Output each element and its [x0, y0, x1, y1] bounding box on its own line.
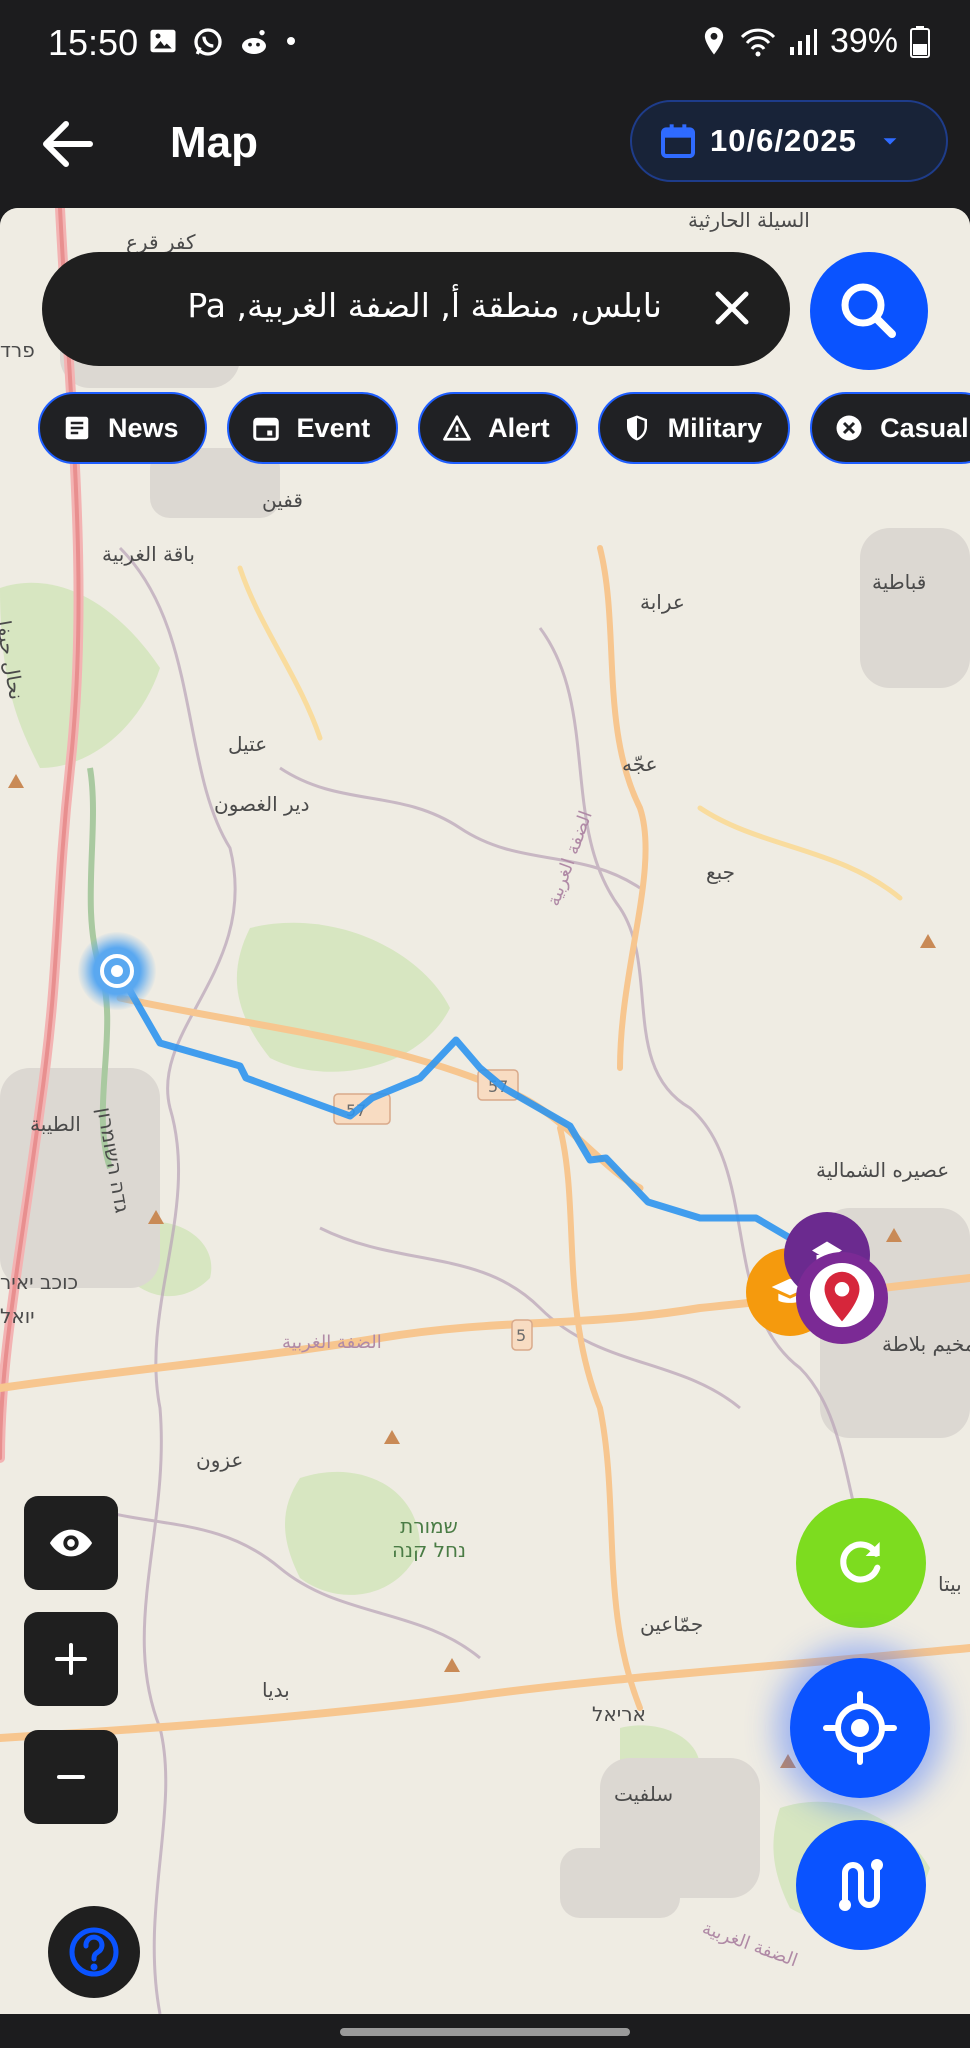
place-label: بيتا	[938, 1572, 962, 1596]
chip-label: Military	[667, 412, 763, 443]
search-icon	[841, 283, 896, 338]
page-title: Map	[170, 118, 258, 167]
place-label: جمّاعين	[640, 1612, 704, 1636]
place-label: عرابة	[640, 590, 685, 614]
battery-percent: 39%	[829, 22, 898, 60]
place-label: دير الغصون	[214, 792, 310, 816]
place-label: باقة الغربية	[102, 542, 195, 566]
visibility-toggle-button[interactable]	[24, 1496, 118, 1590]
chip-casual[interactable]: Casual	[810, 392, 970, 464]
place-label: كفر قرع	[126, 230, 196, 254]
category-filter-chips: News Event Alert Military Casual	[38, 392, 970, 468]
route-icon	[839, 1859, 883, 1911]
chip-label: Event	[296, 412, 371, 443]
chip-alert[interactable]: Alert	[418, 392, 578, 464]
app-bar: Map 10/6/2025	[0, 90, 970, 208]
place-label: مخيم بلاطة	[882, 1332, 970, 1356]
home-indicator[interactable]	[340, 2028, 630, 2036]
refresh-button[interactable]	[796, 1498, 926, 1628]
place-label: שמורת נחל קנה	[391, 1514, 467, 1562]
help-icon	[69, 1927, 119, 1977]
zoom-in-button[interactable]	[24, 1612, 118, 1706]
place-label: عزون	[196, 1448, 244, 1472]
gallery-icon	[150, 29, 176, 53]
location-icon	[704, 26, 724, 55]
shield-icon	[626, 415, 647, 441]
place-label: יואל	[0, 1304, 35, 1328]
place-label: قباطية	[872, 570, 927, 594]
status-right: 39%	[700, 22, 930, 61]
search-input[interactable]: نابلس, منطقة أ, الضفة الغربية, Pa	[187, 286, 662, 325]
system-nav-bar	[0, 2014, 970, 2048]
gps-target-icon	[823, 1691, 897, 1765]
whatsapp-icon	[194, 28, 222, 56]
date-value: 10/6/2025	[710, 123, 857, 158]
date-picker-button[interactable]: 10/6/2025	[630, 100, 948, 182]
chip-label: Casual	[880, 412, 969, 443]
close-icon	[715, 291, 749, 325]
chip-label: Alert	[488, 412, 550, 443]
map-view[interactable]: 57 57 5 كفر قرع السيلة الحارثية פרד قفين…	[0, 208, 970, 2014]
chip-event[interactable]: Event	[226, 392, 399, 464]
chip-news[interactable]: News	[38, 392, 207, 464]
plus-icon	[55, 1643, 87, 1675]
chip-label: News	[108, 412, 179, 443]
eye-icon	[49, 1529, 93, 1557]
place-label: عتيل	[228, 732, 268, 756]
calendar-icon	[661, 124, 695, 158]
place-label: جبع	[706, 860, 736, 884]
place-label: פרד	[0, 338, 35, 362]
place-label: الطيبة	[30, 1112, 81, 1136]
route-button[interactable]	[796, 1820, 926, 1950]
dot-icon	[287, 37, 295, 45]
signal-icon	[789, 28, 817, 55]
notification-icons	[148, 26, 298, 58]
place-label: الضفة الغربية	[282, 1332, 382, 1353]
place-label: السيلة الحارثية	[688, 208, 810, 232]
place-label: אריאל	[592, 1702, 646, 1726]
calendar-icon	[252, 417, 279, 441]
my-location-button[interactable]	[790, 1658, 930, 1798]
reddit-icon	[242, 30, 266, 54]
clear-search-button[interactable]	[702, 278, 762, 338]
minus-icon	[57, 1775, 85, 1779]
arrow-left-icon	[43, 121, 93, 167]
place-label: כוכב יאיר	[0, 1270, 79, 1294]
place-label: عصيره الشمالية	[816, 1158, 950, 1182]
article-icon	[65, 416, 89, 440]
help-button[interactable]	[48, 1906, 140, 1998]
search-button[interactable]	[810, 252, 928, 370]
back-button[interactable]	[36, 112, 100, 176]
zoom-out-button[interactable]	[24, 1730, 118, 1824]
wifi-icon	[740, 28, 776, 56]
svg-text:5: 5	[516, 1326, 526, 1345]
chip-military[interactable]: Military	[597, 392, 791, 464]
map-pin-icon	[809, 1263, 875, 1328]
status-bar: 15:50 39%	[0, 0, 970, 90]
chevron-down-icon	[883, 138, 897, 145]
place-label: عجّه	[622, 752, 658, 776]
status-time: 15:50	[48, 22, 139, 63]
refresh-icon	[840, 1541, 881, 1583]
place-label: سلفيت	[614, 1782, 674, 1806]
warning-icon	[443, 415, 471, 441]
route-start-marker[interactable]	[78, 932, 156, 1010]
location-pin-marker[interactable]	[796, 1252, 888, 1344]
close-circle-icon	[836, 415, 862, 441]
target-icon	[100, 954, 134, 988]
search-bar[interactable]: نابلس, منطقة أ, الضفة الغربية, Pa	[42, 252, 790, 366]
place-label: قفين	[262, 488, 303, 512]
place-label: بديا	[262, 1678, 290, 1702]
battery-icon	[910, 25, 930, 58]
